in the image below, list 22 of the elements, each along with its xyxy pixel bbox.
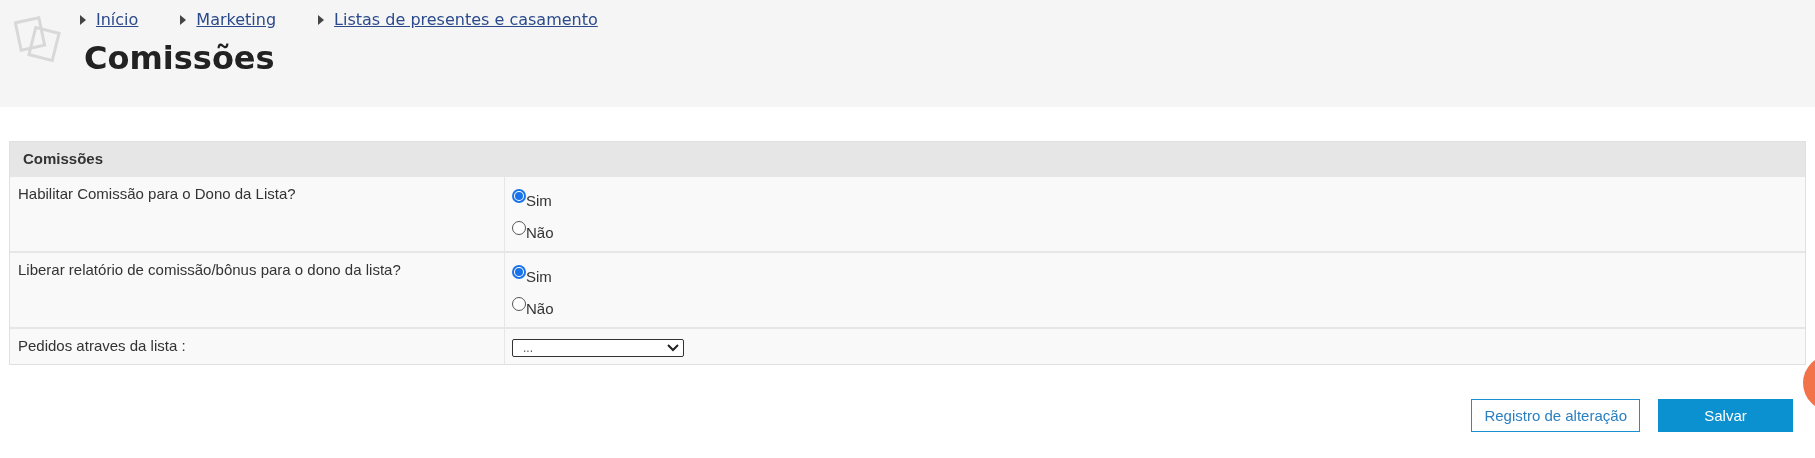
radio-button[interactable] — [512, 221, 526, 235]
pages-icon — [14, 14, 64, 64]
caret-icon — [80, 14, 86, 25]
breadcrumb-link[interactable]: Listas de presentes e casamento — [334, 10, 598, 29]
caret-icon — [318, 14, 325, 25]
select-field[interactable]: ... — [512, 339, 684, 357]
field-label: Pedidos atraves da lista : — [10, 329, 505, 364]
save-button[interactable]: Salvar — [1658, 399, 1793, 432]
radio-option[interactable]: Sim — [512, 265, 1798, 285]
radio-option[interactable]: Sim — [512, 189, 1798, 209]
radio-button[interactable] — [512, 265, 526, 279]
breadcrumb-link[interactable]: Marketing — [196, 10, 277, 29]
radio-option[interactable]: Não — [512, 297, 1798, 317]
radio-button[interactable] — [512, 297, 526, 311]
caret-icon — [180, 14, 187, 25]
chevron-down-icon — [667, 344, 679, 352]
radio-option[interactable]: Não — [512, 221, 1798, 241]
radio-button[interactable] — [512, 189, 526, 203]
page-title: Comissões — [84, 39, 276, 77]
history-button[interactable]: Registro de alteração — [1471, 399, 1640, 432]
breadcrumb-link[interactable]: Início — [96, 10, 139, 29]
section-header: Comissões — [10, 142, 1805, 175]
